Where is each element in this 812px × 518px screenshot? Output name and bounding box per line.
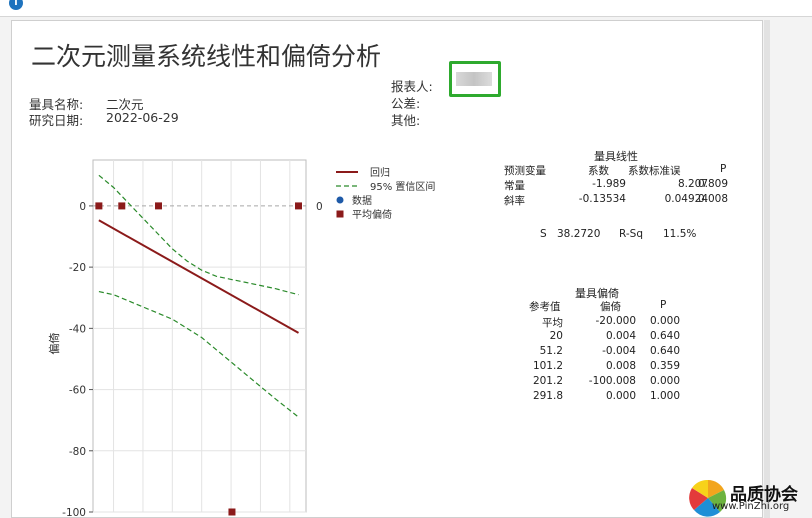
zero-reference-label: 0: [316, 201, 323, 213]
pinwheel-logo-icon: [689, 479, 727, 517]
mean-bias-point: [155, 202, 163, 210]
mean-bias-point: [295, 202, 303, 210]
watermark-url: www.PinZhi.org: [712, 501, 790, 512]
legend-data-swatch: [336, 196, 344, 204]
y-axis-label: 偏倚: [47, 333, 61, 355]
legend-label: 回归: [370, 166, 390, 179]
bias-chart: 0 -20 -40 -60 -80 -100 偏倚 0 回归95% 置信区间数据平均偏倚: [47, 159, 435, 518]
mean-bias-point: [228, 508, 236, 516]
y-tick-label: -100: [62, 507, 86, 518]
y-tick-label: -80: [69, 446, 86, 458]
mean-bias-point: [95, 202, 103, 210]
mean-bias-point: [118, 202, 126, 210]
legend-mean-bias-swatch: [336, 210, 344, 218]
y-tick-label: -20: [69, 262, 86, 274]
y-tick-label: -40: [69, 323, 86, 335]
plot-area: [92, 159, 307, 513]
watermark-logo: 品质协会 www.PinZhi.org: [682, 476, 812, 518]
legend-label: 数据: [352, 194, 372, 207]
legend-label: 95% 置信区间: [370, 180, 435, 193]
legend-label: 平均偏倚: [352, 208, 392, 221]
y-tick-label: 0: [79, 201, 86, 213]
y-tick-label: -60: [69, 385, 86, 397]
